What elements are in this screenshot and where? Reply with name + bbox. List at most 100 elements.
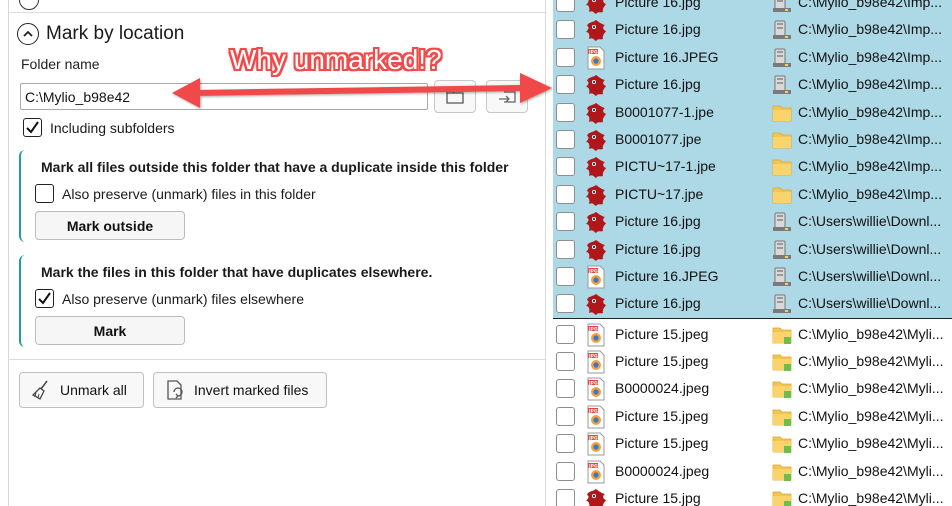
table-row[interactable]: JPG Picture 16.JPEG C:\Users\willie\Downl.… [553,263,952,291]
table-row[interactable]: PICTU~17-1.jpe C:\Mylio_b98e42\Imp... [553,153,952,181]
table-row[interactable]: Picture 16.jpg C:\Users\willie\Downl... [553,235,952,263]
file-name: B0000024.jpeg [615,462,710,479]
row-checkbox[interactable] [556,294,575,314]
file-path: C:\Users\willie\Downl... [798,240,942,257]
folder-sync-icon [771,351,793,373]
row-checkbox[interactable] [556,75,575,95]
gimp-icon [584,183,608,207]
row-checkbox[interactable] [556,324,575,344]
preserve-in-folder-checkbox[interactable] [35,184,54,203]
file-name: Picture 16.jpg [615,295,701,312]
table-row[interactable]: B0001077-1.jpe C:\Mylio_b98e42\Imp... [553,98,952,126]
svg-text:JPG: JPG [588,353,598,359]
table-row[interactable]: Picture 16.jpg C:\Mylio_b98e42\Imp... [553,71,952,99]
row-checkbox[interactable] [556,130,575,149]
row-checkbox[interactable] [556,184,575,204]
row-checkbox[interactable] [556,20,575,40]
table-row[interactable]: JPG Picture 15.jpeg C:\Mylio_b98e42\Myli..… [553,403,952,430]
mark-outside-button[interactable]: Mark outside [35,211,185,240]
file-path: C:\Users\willie\Downl... [798,295,942,312]
file-path: C:\Mylio_b98e42\Imp... [798,131,942,147]
row-checkbox[interactable] [556,0,575,12]
folder-sync-icon [771,433,793,455]
table-row[interactable]: Picture 15.jpg C:\Mylio_b98e42\Myli... [553,485,952,506]
row-checkbox[interactable] [556,351,575,371]
file-path: C:\Mylio_b98e42\Myli... [798,462,944,479]
pick-folder-button[interactable] [486,80,528,113]
section-title: Mark by location [46,23,185,44]
drive-icon [771,74,793,96]
file-path: C:\Mylio_b98e42\Myli... [798,352,944,369]
row-checkbox[interactable] [556,239,575,259]
section-header-mark-by-location[interactable]: Mark by location [17,22,184,46]
folder-sync-icon [771,488,793,506]
jpeg-icon: JPG [584,323,608,347]
row-checkbox[interactable] [556,406,575,426]
drive-icon [771,0,793,14]
folder-icon [771,129,793,151]
mark-outside-title: Mark all files outside this folder that … [41,159,509,175]
row-checkbox[interactable] [556,212,575,232]
gimp-icon [584,210,608,234]
mark-button[interactable]: Mark [35,316,185,345]
table-row[interactable]: Picture 16.jpg C:\Users\willie\Downl... [553,208,952,236]
table-row[interactable]: Picture 16.jpg C:\Users\willie\Downl... [553,290,952,318]
file-path: C:\Mylio_b98e42\Imp... [798,158,942,175]
row-checkbox[interactable] [556,379,575,399]
folder-name-input[interactable] [20,83,428,110]
row-checkbox[interactable] [556,157,575,177]
table-row[interactable]: JPG Picture 16.JPEG C:\Mylio_b98e42\Imp... [553,43,952,72]
chevron-up-icon[interactable] [17,23,39,45]
invert-file-icon [167,380,183,400]
gimp-icon [584,155,608,179]
file-name: PICTU~17.jpe [615,185,704,202]
table-row[interactable]: JPG B0000024.jpeg C:\Mylio_b98e42\Myli... [553,458,952,485]
unmark-all-button[interactable]: Unmark all [19,372,144,408]
file-name: Picture 16.JPEG [615,268,719,284]
svg-text:JPG: JPG [588,463,598,469]
jpeg-icon: JPG [584,460,608,484]
file-path: C:\Mylio_b98e42\Myli... [798,407,944,424]
preserve-elsewhere-label: Also preserve (unmark) files elsewhere [62,290,304,307]
folder-icon [771,102,793,124]
svg-text:JPG: JPG [588,268,598,274]
file-path: C:\Mylio_b98e42\Imp... [798,48,942,65]
table-row[interactable]: JPG Picture 15.jpeg C:\Mylio_b98e42\Myli..… [553,430,952,457]
file-path: C:\Users\willie\Downl... [798,268,942,284]
folder-icon [771,156,793,178]
drive-icon [771,211,793,233]
divider [9,12,545,13]
svg-text:JPG: JPG [588,408,598,414]
drive-icon [771,19,793,41]
table-row[interactable]: B0001077.jpe C:\Mylio_b98e42\Imp... [553,126,952,154]
include-subfolders-row[interactable]: Including subfolders [23,118,175,137]
table-row[interactable]: JPG Picture 15.jpeg C:\Mylio_b98e42\Myli..… [553,348,952,375]
table-row[interactable]: PICTU~17.jpe C:\Mylio_b98e42\Imp... [553,180,952,209]
row-checkbox[interactable] [556,47,575,67]
annotation-text: Why unmarked!? [230,44,442,75]
table-row[interactable]: Picture 16.jpg C:\Mylio_b98e42\Imp... [553,0,952,17]
invert-marked-button[interactable]: Invert marked files [153,372,327,408]
file-path: C:\Mylio_b98e42\Imp... [798,185,942,202]
row-checkbox[interactable] [556,461,575,481]
previous-section-header[interactable] [15,0,535,10]
row-checkbox[interactable] [556,102,575,122]
row-checkbox[interactable] [556,267,575,286]
preserve-in-folder-row[interactable]: Also preserve (unmark) files in this fol… [35,184,316,203]
gimp-icon [584,487,608,506]
jpeg-icon: JPG [584,265,608,289]
table-row[interactable]: JPG B0000024.jpeg C:\Mylio_b98e42\Myli... [553,375,952,402]
row-checkbox[interactable] [556,434,575,454]
preserve-elsewhere-row[interactable]: Also preserve (unmark) files elsewhere [35,289,304,308]
preserve-elsewhere-checkbox[interactable] [35,289,54,308]
include-subfolders-checkbox[interactable] [23,118,42,137]
include-subfolders-label: Including subfolders [50,119,175,136]
file-name: Picture 15.jpg [615,489,701,506]
expand-toggle-icon[interactable] [19,0,39,10]
folder-sync-icon [771,461,793,483]
file-path: C:\Mylio_b98e42\Imp... [798,76,942,93]
table-row[interactable]: Picture 16.jpg C:\Mylio_b98e42\Imp... [553,16,952,44]
table-row[interactable]: JPG Picture 15.jpeg C:\Mylio_b98e42\Myli..… [553,321,952,348]
row-checkbox[interactable] [556,488,575,506]
browse-folder-button[interactable] [434,80,476,113]
